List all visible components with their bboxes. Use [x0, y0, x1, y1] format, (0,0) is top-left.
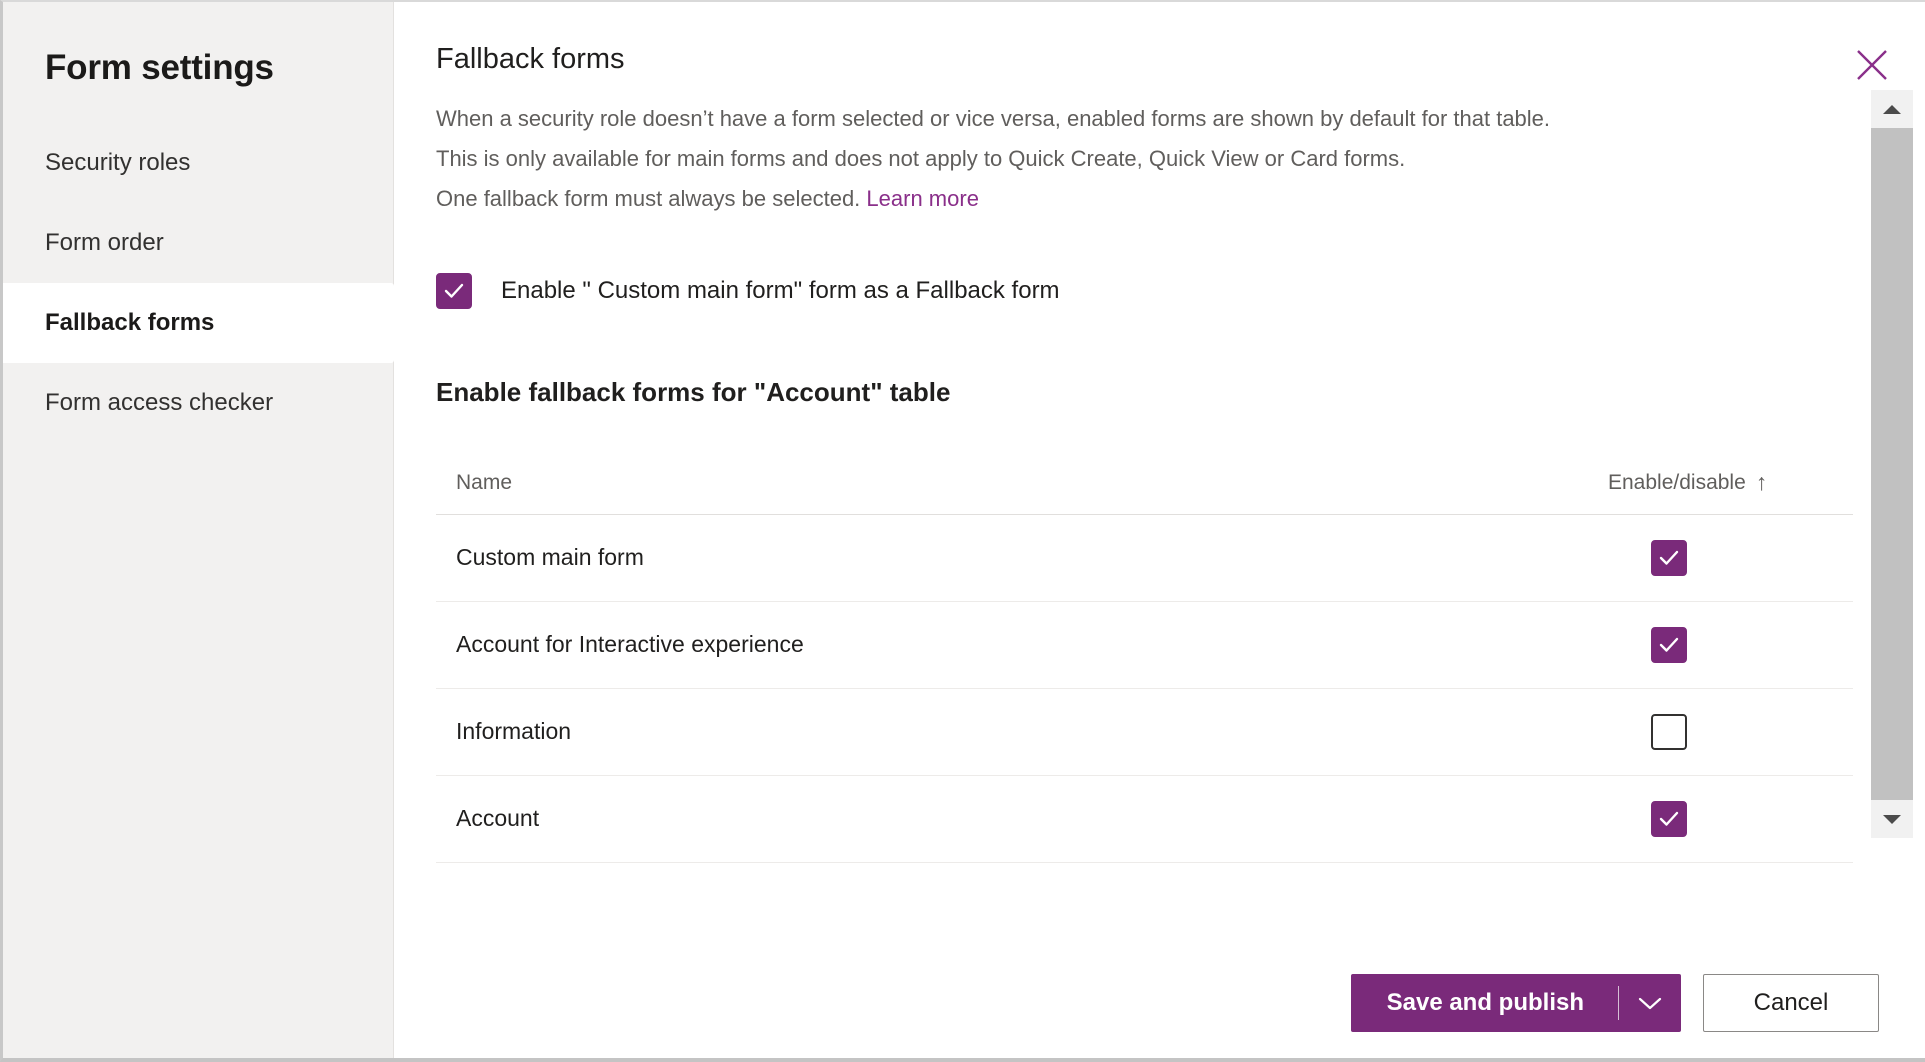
description-line-3: One fallback form must always be selecte… — [436, 179, 1925, 219]
row-enable-cell — [1423, 714, 1853, 750]
row-enable-cell — [1423, 627, 1853, 663]
caret-up-icon — [1882, 103, 1902, 116]
learn-more-link[interactable]: Learn more — [866, 186, 979, 211]
table-section-heading: Enable fallback forms for "Account" tabl… — [436, 377, 1925, 408]
close-icon — [1854, 47, 1890, 83]
scroll-down-button[interactable] — [1871, 800, 1913, 838]
save-and-publish-button[interactable]: Save and publish — [1351, 974, 1618, 1032]
column-header-enable-disable[interactable]: Enable/disable ↑ — [1423, 471, 1853, 495]
master-enable-row: Enable " Custom main form" form as a Fal… — [436, 273, 1925, 309]
save-options-dropdown-button[interactable] — [1619, 974, 1681, 1032]
description-line-2: This is only available for main forms an… — [436, 139, 1925, 179]
row-enable-checkbox[interactable] — [1651, 540, 1687, 576]
vertical-scrollbar[interactable] — [1871, 90, 1913, 838]
row-name: Custom main form — [436, 544, 1423, 571]
checkmark-icon — [1658, 808, 1680, 830]
sidebar-item-form-access-checker[interactable]: Form access checker — [3, 363, 393, 443]
description-line-1: When a security role doesn’t have a form… — [436, 99, 1925, 139]
row-name: Account — [436, 805, 1423, 832]
table-row[interactable]: Information — [436, 689, 1853, 776]
row-enable-cell — [1423, 540, 1853, 576]
page-title: Fallback forms — [436, 42, 1925, 77]
sidebar-item-fallback-forms[interactable]: Fallback forms — [3, 283, 394, 363]
content-scroll-area: Fallback forms When a security role does… — [394, 2, 1925, 948]
table-header-row: Name Enable/disable ↑ — [436, 456, 1853, 515]
row-enable-checkbox[interactable] — [1651, 801, 1687, 837]
checkmark-icon — [1658, 547, 1680, 569]
scrollbar-track[interactable] — [1871, 128, 1913, 800]
master-enable-checkbox[interactable] — [436, 273, 472, 309]
save-and-publish-split-button[interactable]: Save and publish — [1351, 974, 1681, 1032]
fallback-forms-table: Name Enable/disable ↑ Custom main form — [436, 456, 1853, 863]
chevron-down-icon — [1637, 995, 1663, 1011]
checkmark-icon — [1658, 634, 1680, 656]
dialog-footer: Save and publish Cancel — [394, 948, 1925, 1058]
row-enable-cell — [1423, 801, 1853, 837]
master-enable-label: Enable " Custom main form" form as a Fal… — [501, 277, 1060, 305]
sidebar-item-label: Form order — [45, 229, 164, 257]
column-header-enable-disable-label: Enable/disable — [1608, 471, 1746, 495]
sidebar-title: Form settings — [3, 2, 393, 89]
sidebar-item-security-roles[interactable]: Security roles — [3, 123, 393, 203]
description-line-3-text: One fallback form must always be selecte… — [436, 186, 860, 211]
sidebar-nav: Security roles Form order Fallback forms… — [3, 123, 393, 443]
row-name: Account for Interactive experience — [436, 631, 1423, 658]
caret-down-icon — [1882, 813, 1902, 826]
table-row[interactable]: Account for Interactive experience — [436, 602, 1853, 689]
row-enable-checkbox[interactable] — [1651, 627, 1687, 663]
sidebar: Form settings Security roles Form order … — [3, 2, 394, 1058]
sidebar-item-label: Form access checker — [45, 389, 273, 417]
content-panel: Fallback forms When a security role does… — [394, 2, 1925, 1058]
sidebar-item-form-order[interactable]: Form order — [3, 203, 393, 283]
close-button[interactable] — [1847, 40, 1897, 90]
content-header: Fallback forms When a security role does… — [394, 2, 1925, 219]
row-name: Information — [436, 718, 1423, 745]
scroll-up-button[interactable] — [1871, 90, 1913, 128]
sort-ascending-icon: ↑ — [1756, 471, 1768, 494]
table-row[interactable]: Account — [436, 776, 1853, 863]
sidebar-item-label: Security roles — [45, 149, 190, 177]
column-header-name: Name — [436, 471, 1423, 495]
scrollbar-thumb[interactable] — [1871, 128, 1913, 800]
sidebar-item-label: Fallback forms — [45, 309, 214, 337]
row-enable-checkbox[interactable] — [1651, 714, 1687, 750]
cancel-button[interactable]: Cancel — [1703, 974, 1879, 1032]
table-row[interactable]: Custom main form — [436, 515, 1853, 602]
checkmark-icon — [443, 280, 465, 302]
form-settings-dialog: Form settings Security roles Form order … — [0, 0, 1925, 1062]
